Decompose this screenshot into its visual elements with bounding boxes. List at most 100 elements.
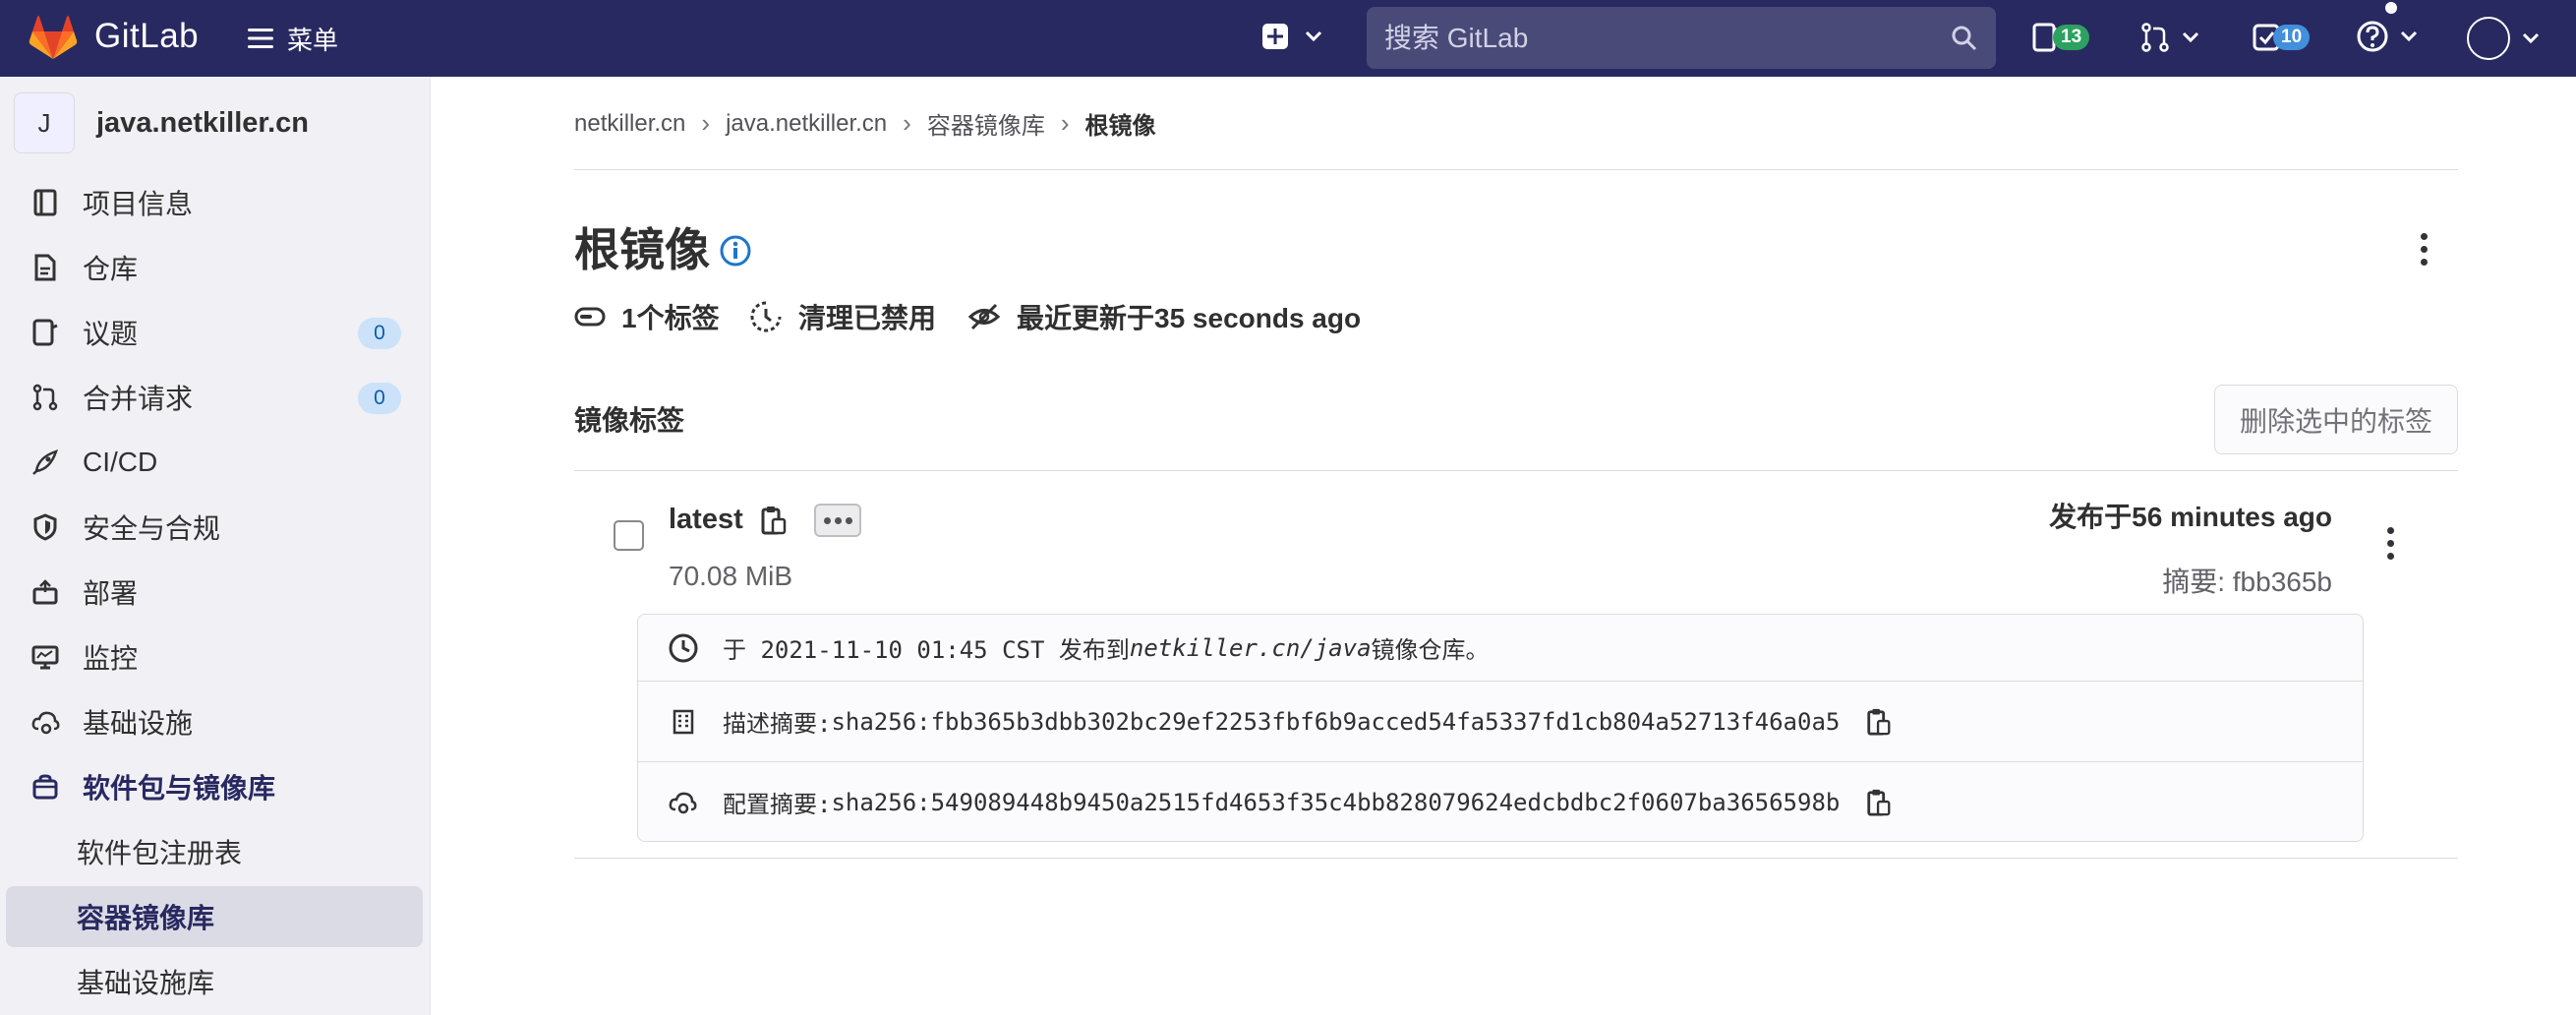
menu-label: 菜单 (287, 25, 339, 55)
tag-select-checkbox[interactable] (614, 520, 644, 551)
issues-count-badge: 0 (358, 318, 401, 349)
published-detail-prefix: 于 2021-11-10 01:45 CST 发布到 (723, 636, 1130, 664)
tag-count-text: 1个标签 (621, 303, 720, 333)
sidebar-subitem-package-registry[interactable]: 软件包注册表 (6, 821, 423, 882)
clock-icon (666, 630, 701, 666)
merge-requests-nav-button[interactable] (2139, 22, 2200, 53)
sidebar-item-packages-registries[interactable]: 软件包与镜像库 (6, 756, 423, 817)
breadcrumb: netkiller.cn › java.netkiller.cn › 容器镜像库… (574, 106, 1156, 141)
main-menu-button[interactable]: 菜单 (246, 20, 338, 57)
sidebar-item-project-info[interactable]: 项目信息 (6, 172, 423, 233)
tag-actions-menu-icon[interactable] (2387, 527, 2394, 560)
sidebar-subitem-label: 容器镜像库 (77, 903, 215, 933)
divider (574, 169, 2458, 170)
repository-doc-icon (28, 250, 63, 285)
copy-clipboard-icon[interactable] (759, 504, 789, 537)
project-header[interactable]: J java.netkiller.cn (14, 92, 309, 153)
sidebar-subitem-label: 基础设施库 (77, 968, 215, 998)
sidebar-item-cicd[interactable]: CI/CD (6, 432, 423, 493)
published-detail-row: 于 2021-11-10 01:45 CST 发布到 netkiller.cn/j… (638, 615, 2363, 681)
deployments-icon (28, 574, 63, 610)
sidebar-item-label: 部署 (83, 578, 139, 609)
merge-request-icon (2141, 23, 2169, 52)
notification-dot (2385, 2, 2397, 14)
image-tags-heading: 镜像标签 (574, 405, 685, 436)
search-box[interactable] (1367, 7, 1996, 69)
delete-selected-tags-button[interactable]: 删除选中的标签 (2214, 385, 2458, 454)
published-detail-path: netkiller.cn/java (1129, 633, 1372, 662)
user-menu-button[interactable] (2466, 16, 2541, 61)
copy-clipboard-icon[interactable] (1865, 787, 1893, 818)
project-avatar: J (14, 92, 75, 153)
merge-requests-count-badge: 0 (358, 383, 401, 414)
create-new-button[interactable] (1260, 22, 1323, 51)
breadcrumb-link[interactable]: java.netkiller.cn (726, 110, 887, 138)
cleanup-status-text: 清理已禁用 (798, 303, 937, 333)
shield-icon (28, 509, 63, 545)
top-navbar: GitLab 菜单 13 10 (0, 0, 2576, 77)
building-list-icon (666, 704, 701, 740)
project-sidebar: J java.netkiller.cn 项目信息 仓库 议题 0 合并请求 0 … (0, 77, 431, 1015)
package-bag-icon (28, 769, 63, 805)
eye-slash-icon (967, 303, 1001, 330)
breadcrumb-link[interactable]: 容器镜像库 (927, 106, 1045, 141)
help-menu-button[interactable] (2356, 20, 2419, 53)
sidebar-subitem-container-registry[interactable]: 容器镜像库 (6, 886, 423, 947)
copy-clipboard-icon[interactable] (1865, 706, 1893, 738)
divider (574, 470, 2458, 471)
chevron-down-icon (2400, 30, 2418, 42)
breadcrumb-current[interactable]: 根镜像 (1085, 106, 1156, 141)
help-question-icon (2357, 21, 2388, 52)
sidebar-item-label: 软件包与镜像库 (83, 773, 276, 804)
chevron-down-icon (1305, 30, 1322, 42)
rocket-icon (28, 445, 63, 480)
sidebar-item-issues[interactable]: 议题 0 (6, 302, 423, 363)
divider (574, 858, 2458, 859)
image-actions-menu-icon[interactable] (2421, 233, 2428, 266)
todos-nav-button[interactable]: 10 (2252, 22, 2311, 53)
sidebar-subitem-label: 软件包注册表 (77, 838, 243, 868)
page-title: 根镜像 (574, 224, 710, 275)
tag-count-meta: 1个标签 (574, 297, 720, 336)
chevron-down-icon (2522, 32, 2540, 44)
gitlab-logo-icon[interactable] (28, 12, 79, 63)
chevron-down-icon (2182, 31, 2199, 43)
todos-count-badge: 10 (2273, 25, 2311, 50)
last-updated-text: 最近更新于35 seconds ago (1017, 303, 1362, 333)
sidebar-item-security[interactable]: 安全与合规 (6, 497, 423, 558)
sidebar-item-label: 仓库 (83, 254, 139, 284)
manifest-digest-label: 描述摘要: (723, 710, 832, 738)
published-detail-suffix: 镜像仓库。 (1371, 636, 1490, 664)
tag-details-panel: 于 2021-11-10 01:45 CST 发布到 netkiller.cn/j… (637, 614, 2364, 842)
sidebar-item-repository[interactable]: 仓库 (6, 237, 423, 298)
sidebar-item-label: 安全与合规 (83, 513, 221, 544)
tag-published-time: 发布于56 minutes ago (2049, 502, 2332, 532)
issues-count-badge: 13 (2053, 25, 2090, 50)
config-digest-value: sha256:549089448b9450a2515fd4653f35c4bb8… (831, 788, 1841, 816)
expire-clock-icon (750, 301, 782, 332)
tag-icon (574, 307, 606, 327)
cleanup-meta: 清理已禁用 (749, 297, 936, 336)
search-input[interactable] (1384, 22, 1951, 54)
info-icon[interactable] (719, 234, 752, 268)
sidebar-item-label: 项目信息 (83, 189, 194, 219)
manifest-digest-value: sha256:fbb365b3dbb302bc29ef2253fbf6b9acc… (831, 707, 1841, 736)
brand-name[interactable]: GitLab (94, 17, 199, 56)
sidebar-item-label: 监控 (83, 643, 139, 674)
sidebar-item-label: CI/CD (83, 447, 158, 477)
tag-name: latest (669, 504, 743, 535)
sidebar-subitem-infrastructure-registry[interactable]: 基础设施库 (6, 951, 423, 1012)
issues-nav-button[interactable]: 13 (2031, 22, 2090, 53)
sidebar-item-label: 议题 (83, 319, 139, 349)
sidebar-item-infrastructure[interactable]: 基础设施 (6, 691, 423, 752)
toggle-details-button[interactable] (814, 504, 861, 537)
sidebar-item-label: 基础设施 (83, 708, 194, 739)
sidebar-item-monitor[interactable]: 监控 (6, 627, 423, 687)
hamburger-icon (248, 29, 273, 48)
sidebar-item-label: 合并请求 (83, 384, 194, 414)
breadcrumb-link[interactable]: netkiller.cn (574, 110, 685, 138)
search-icon (1952, 26, 1977, 50)
project-name: java.netkiller.cn (96, 106, 310, 139)
sidebar-item-deployments[interactable]: 部署 (6, 562, 423, 623)
sidebar-item-merge-requests[interactable]: 合并请求 0 (6, 367, 423, 428)
